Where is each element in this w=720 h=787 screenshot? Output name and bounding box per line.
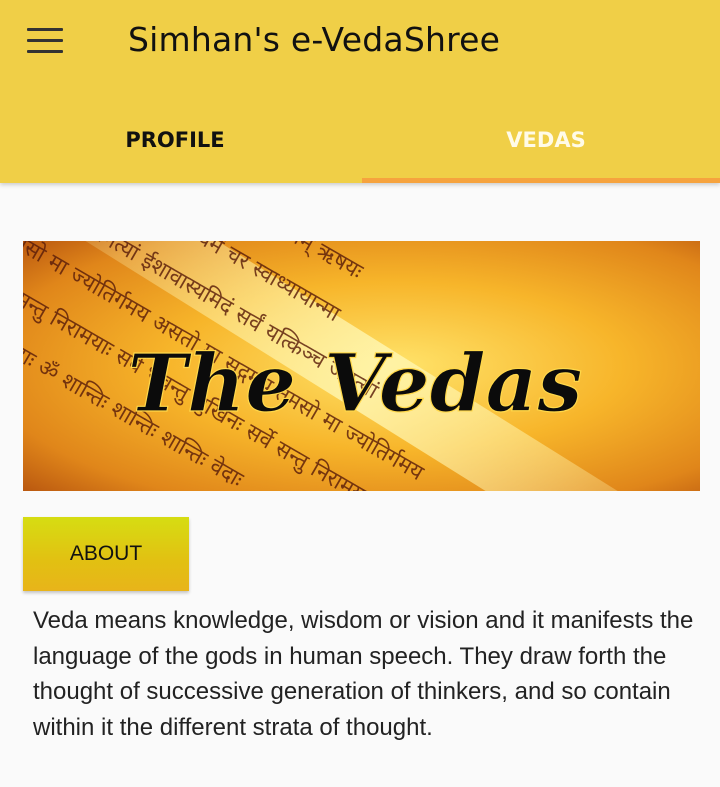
about-description: Veda means knowledge, wisdom or vision a… [33, 607, 694, 741]
hamburger-menu-icon[interactable] [27, 28, 63, 54]
menu-line [27, 50, 63, 53]
app-bar: Simhan's e-VedaShree PROFILE VEDAS [0, 0, 720, 183]
app-title: Simhan's e-VedaShree [128, 20, 501, 59]
vedas-banner-graphic: ऋग्वेद यजुर्वेद सामवेद अथर्ववेद ऋग्वेद य… [23, 241, 700, 491]
tab-selected-indicator [362, 178, 720, 183]
tab-profile[interactable]: PROFILE [0, 96, 355, 183]
tab-vedas[interactable]: VEDAS [366, 96, 720, 183]
vedas-banner-image: ऋग्वेद यजुर्वेद सामवेद अथर्ववेद ऋग्वेद य… [23, 241, 700, 491]
menu-line [27, 39, 63, 42]
menu-line [27, 28, 63, 31]
banner-heading: The Vedas [128, 336, 583, 430]
tab-bar: PROFILE VEDAS [0, 96, 720, 183]
about-button[interactable]: ABOUT [23, 517, 189, 591]
